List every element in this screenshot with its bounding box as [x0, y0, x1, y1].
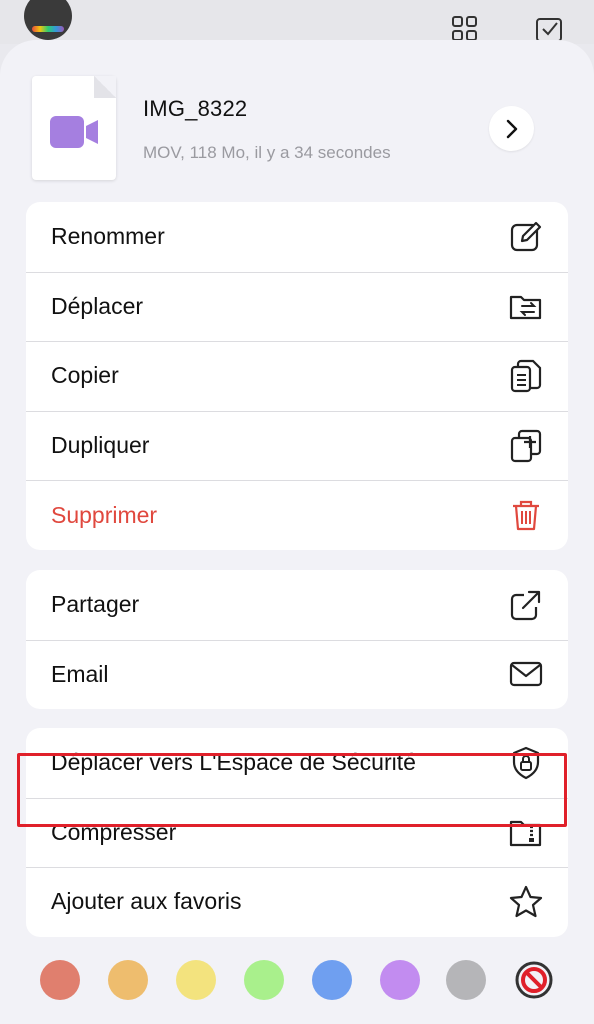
shield-lock-icon	[512, 746, 540, 779]
copy-label: Copier	[51, 362, 119, 389]
tag-yellow[interactable]	[176, 960, 216, 1000]
move-label: Déplacer	[51, 292, 144, 319]
actions-group-edit: Renommer Déplacer Copier Dupliquer Suppr…	[26, 202, 568, 550]
add-to-favorites-action[interactable]: Ajouter aux favoris	[26, 867, 568, 937]
copy-icon	[510, 359, 542, 393]
move-action[interactable]: Déplacer	[26, 271, 568, 342]
no-tag-icon[interactable]	[514, 960, 554, 1000]
move-to-secure-space-label: Déplacer vers L'Espace de Sécurité	[51, 749, 416, 776]
zip-folder-icon	[509, 821, 542, 847]
move-to-secure-space-action[interactable]: Déplacer vers L'Espace de Sécurité	[26, 728, 568, 798]
actions-group-more: Déplacer vers L'Espace de Sécurité Compr…	[26, 728, 568, 937]
email-action[interactable]: Email	[26, 639, 568, 710]
compress-label: Compresser	[51, 818, 177, 845]
rename-action[interactable]: Renommer	[26, 202, 568, 272]
tag-green[interactable]	[244, 960, 284, 1000]
file-name: IMG_8322	[143, 96, 248, 121]
compress-action[interactable]: Compresser	[26, 797, 568, 868]
actions-group-share: Partager Email	[26, 570, 568, 710]
edit-icon	[510, 221, 542, 251]
share-label: Partager	[51, 591, 140, 618]
file-thumbnail	[32, 76, 116, 180]
action-sheet: IMG_8322 MOV, 118 Mo, il y a 34 secondes…	[0, 40, 594, 1024]
duplicate-icon	[510, 429, 542, 462]
color-tags	[0, 960, 594, 1004]
video-file-icon	[50, 116, 98, 148]
tag-gray[interactable]	[446, 960, 486, 1000]
star-icon	[509, 885, 543, 918]
rename-label: Renommer	[51, 223, 165, 250]
share-icon	[510, 590, 541, 620]
delete-action[interactable]: Supprimer	[26, 480, 568, 550]
envelope-icon	[509, 662, 543, 687]
tag-blue[interactable]	[312, 960, 352, 1000]
tag-orange[interactable]	[108, 960, 148, 1000]
duplicate-action[interactable]: Dupliquer	[26, 410, 568, 481]
trash-icon	[513, 501, 539, 531]
file-meta: MOV, 118 Mo, il y a 34 secondes	[143, 143, 391, 162]
folder-move-icon	[509, 296, 542, 320]
chevron-right-icon	[506, 119, 517, 138]
email-label: Email	[51, 660, 109, 687]
copy-action[interactable]: Copier	[26, 341, 568, 411]
top-bar	[0, 0, 594, 44]
tag-purple[interactable]	[380, 960, 420, 1000]
duplicate-label: Dupliquer	[51, 432, 150, 459]
file-details-button[interactable]	[489, 106, 534, 151]
share-action[interactable]: Partager	[26, 570, 568, 640]
file-header: IMG_8322 MOV, 118 Mo, il y a 34 secondes	[0, 40, 594, 200]
delete-label: Supprimer	[51, 501, 158, 528]
app-logo	[24, 0, 72, 40]
tag-red[interactable]	[40, 960, 80, 1000]
add-to-favorites-label: Ajouter aux favoris	[51, 888, 242, 915]
